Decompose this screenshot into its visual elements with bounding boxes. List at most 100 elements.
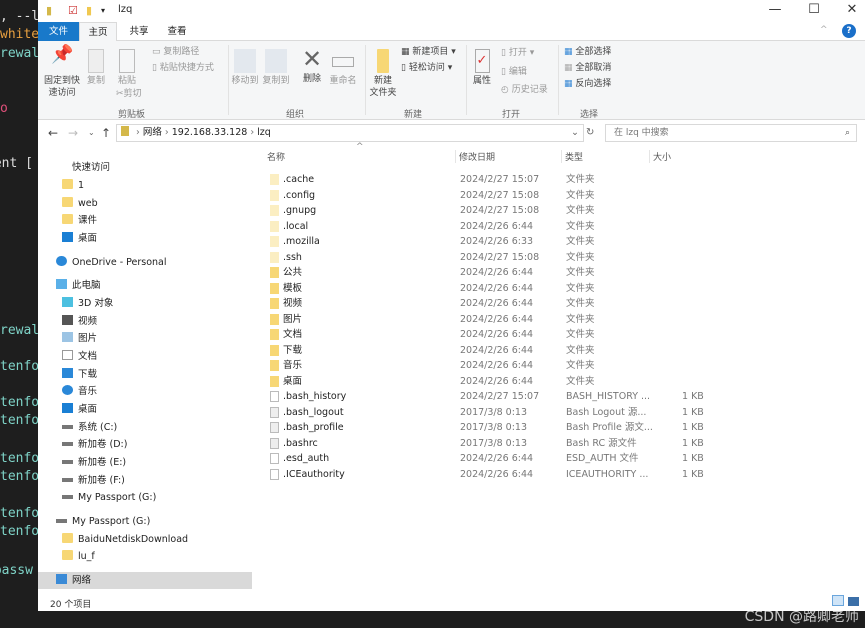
nav-item[interactable]: 图片 [62,330,97,347]
address-bar[interactable]: › 网络 › 192.168.33.128 › lzq ⌄ [116,124,584,142]
file-row[interactable]: .ssh 2024/2/27 15:08 文件夹 [268,250,708,265]
column-size[interactable]: 大小 [649,150,671,163]
breadcrumb-network[interactable]: 网络 [143,127,162,138]
file-date: 2024/2/26 6:33 [460,236,534,247]
file-row[interactable]: 下载 2024/2/26 6:44 文件夹 [268,343,708,358]
refresh-button[interactable]: ↻ [586,127,594,138]
copy-button[interactable]: 复制 [84,49,108,87]
pin-quick-access-button[interactable]: 📌 固定到快 速访问 [42,46,82,99]
maximize-button[interactable]: ☐ [794,2,834,17]
file-row[interactable]: .bash_profile 2017/3/8 0:13 Bash Profile 源… [268,420,708,435]
select-none-button[interactable]: ▦ 全部取消 [564,62,611,75]
history-button[interactable]: ◴ 历史记录 [501,84,548,97]
file-row[interactable]: .local 2024/2/26 6:44 文件夹 [268,219,708,234]
edit-button[interactable]: ▯ 编辑 [501,66,527,79]
move-to-button[interactable]: 移动到 [230,49,260,87]
nav-item[interactable]: 新加卷 (D:) [62,436,127,453]
column-date[interactable]: 修改日期 [455,150,495,163]
document-icon [62,350,73,360]
nav-item[interactable]: 网络 [56,572,91,589]
properties-button[interactable]: ✓ 属性 [470,49,494,87]
nav-item[interactable]: BaiduNetdiskDownload [62,531,188,548]
open-button[interactable]: ▯ 打开 ▾ [501,47,534,60]
file-row[interactable]: 模板 2024/2/26 6:44 文件夹 [268,281,708,296]
file-row[interactable]: .gnupg 2024/2/27 15:08 文件夹 [268,203,708,218]
file-row[interactable]: .bash_history 2024/2/27 15:07 BASH_HISTORY… [268,389,708,404]
nav-item[interactable]: 3D 对象 [62,295,113,312]
file-row[interactable]: .bash_logout 2017/3/8 0:13 Bash Logout 源..… [268,405,708,420]
nav-item[interactable]: 新加卷 (F:) [62,472,125,489]
collapse-ribbon-icon[interactable]: ^ [820,25,828,35]
file-row[interactable]: 音乐 2024/2/26 6:44 文件夹 [268,358,708,373]
file-row[interactable]: 视频 2024/2/26 6:44 文件夹 [268,296,708,311]
new-folder-icon[interactable]: ▮ [86,4,92,17]
tab-file[interactable]: 文件 [38,22,79,41]
file-row[interactable]: .config 2024/2/27 15:08 文件夹 [268,188,708,203]
minimize-button[interactable]: — [755,2,795,17]
properties-icon[interactable]: ☑ [68,4,78,17]
file-row[interactable]: .ICEauthority 2024/2/26 6:44 ICEAUTHORITY … [268,467,708,482]
file-row[interactable]: .mozilla 2024/2/26 6:33 文件夹 [268,234,708,249]
nav-item[interactable]: My Passport (G:) [56,513,150,530]
file-row[interactable]: 桌面 2024/2/26 6:44 文件夹 [268,374,708,389]
tab-share[interactable]: 共享 [120,22,158,41]
back-button[interactable]: ← [48,126,58,140]
copy-path-button[interactable]: ▭ 复制路径 [152,46,199,59]
copy-to-button[interactable]: 复制到 [261,49,291,87]
invert-selection-button[interactable]: ▦ 反向选择 [564,78,611,91]
easy-access-button[interactable]: ▯ 轻松访问 ▾ [401,62,452,75]
nav-item[interactable]: 音乐 [62,383,97,400]
nav-item[interactable]: My Passport (G:) [62,489,156,506]
file-name: 模板 [283,282,303,294]
delete-button[interactable]: ✕ 删除 [300,47,324,85]
recent-locations-button[interactable]: ⌄ [88,128,95,137]
nav-item[interactable]: 1 [62,177,84,194]
close-button[interactable]: ✕ [832,2,865,17]
nav-item[interactable]: 此电脑 [56,277,101,294]
tab-home[interactable]: 主页 [79,22,117,42]
terminal-line: tenfo [0,395,38,410]
breadcrumb-folder[interactable]: lzq [257,127,271,138]
nav-item[interactable]: OneDrive - Personal [56,254,167,271]
forward-button[interactable]: → [68,126,78,140]
column-name[interactable]: 名称 [267,150,285,163]
nav-item[interactable]: 新加卷 (E:) [62,454,126,471]
file-row[interactable]: .esd_auth 2024/2/26 6:44 ESD_AUTH 文件 1 KB [268,451,708,466]
paste-shortcut-button[interactable]: ▯ 粘贴快捷方式 [152,62,214,75]
customize-toolbar-icon[interactable]: ▾ [101,6,105,15]
file-row[interactable]: .cache 2024/2/27 15:07 文件夹 [268,172,708,187]
column-type[interactable]: 类型 [561,150,583,163]
new-folder-button[interactable]: 新建 文件夹 [368,49,398,99]
nav-item[interactable]: 桌面 [62,401,97,418]
nav-item[interactable]: 快速访问 [56,159,110,176]
rename-button[interactable]: 重命名 [328,49,358,87]
nav-item[interactable]: web [62,195,98,212]
nav-item[interactable]: 文档 [62,348,97,365]
large-icons-view-button[interactable] [848,597,859,606]
tab-view[interactable]: 查看 [158,22,196,41]
nav-item-label: OneDrive - Personal [72,257,167,268]
details-view-button[interactable] [832,595,844,606]
new-item-button[interactable]: ▦ 新建项目 ▾ [401,46,456,59]
file-name: .ssh [283,251,302,263]
search-input[interactable]: 在 lzq 中搜索 ⌕ [605,124,857,142]
file-row[interactable]: 公共 2024/2/26 6:44 文件夹 [268,265,708,280]
nav-item[interactable]: 系统 (C:) [62,419,117,436]
file-type: 文件夹 [566,236,595,247]
file-row[interactable]: 图片 2024/2/26 6:44 文件夹 [268,312,708,327]
nav-item[interactable]: 下载 [62,366,97,383]
nav-item[interactable]: 桌面 [62,230,97,247]
paste-button[interactable]: 粘贴 [115,49,139,87]
file-row[interactable]: .bashrc 2017/3/8 0:13 Bash RC 源文件 1 KB [268,436,708,451]
nav-item[interactable]: lu_f [62,548,95,565]
address-dropdown-icon[interactable]: ⌄ [571,125,579,141]
cut-button[interactable]: ✂剪切 [116,88,142,101]
select-all-button[interactable]: ▦ 全部选择 [564,46,611,59]
nav-item[interactable]: 视频 [62,313,97,330]
nav-item[interactable]: 课件 [62,212,97,229]
file-row[interactable]: 文档 2024/2/26 6:44 文件夹 [268,327,708,342]
up-button[interactable]: ↑ [101,126,111,140]
breadcrumb-host[interactable]: 192.168.33.128 [172,127,248,138]
nav-item-label: 文档 [78,351,98,362]
help-icon[interactable]: ? [842,24,856,38]
